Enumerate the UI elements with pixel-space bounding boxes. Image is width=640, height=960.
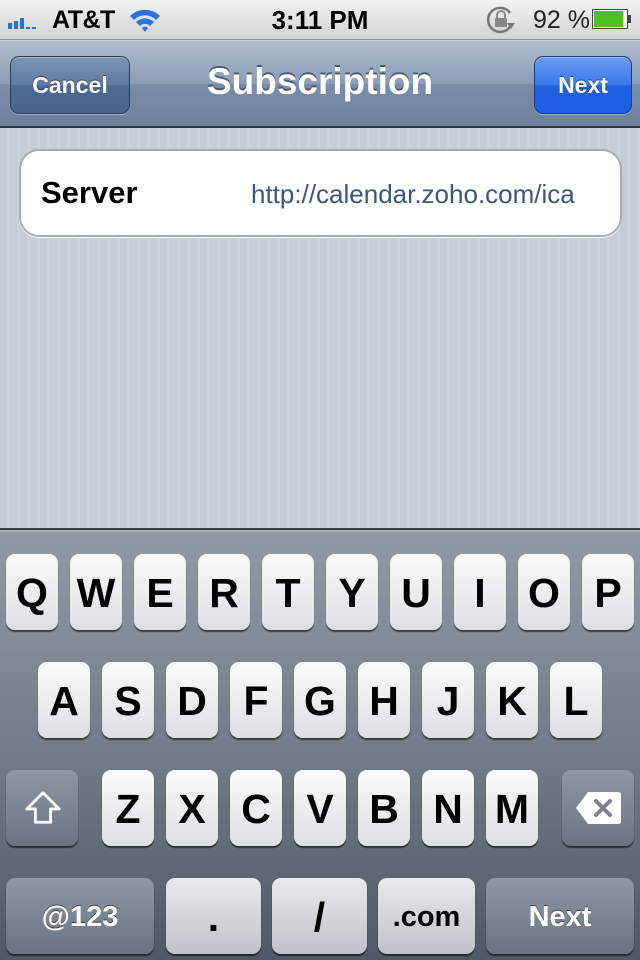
battery-level-fill <box>594 11 624 27</box>
key-i[interactable]: I <box>454 554 506 630</box>
key-d[interactable]: D <box>166 662 218 738</box>
key-o[interactable]: O <box>518 554 570 630</box>
key-s[interactable]: S <box>102 662 154 738</box>
key-c[interactable]: C <box>230 770 282 846</box>
key-y[interactable]: Y <box>326 554 378 630</box>
shift-arrow-icon <box>25 791 61 824</box>
server-input[interactable] <box>251 179 601 210</box>
key-r[interactable]: R <box>198 554 250 630</box>
server-field-row[interactable]: Server <box>19 149 622 237</box>
keyboard: Q W E R T Y U I O P A S D F G H J K L Z … <box>0 528 640 960</box>
key-h[interactable]: H <box>358 662 410 738</box>
key-z[interactable]: Z <box>102 770 154 846</box>
next-return-key[interactable]: Next <box>486 878 634 954</box>
status-bar: AT&T 3:11 PM 92 % <box>0 0 640 40</box>
next-button[interactable]: Next <box>534 56 632 114</box>
key-q[interactable]: Q <box>6 554 58 630</box>
key-p[interactable]: P <box>582 554 634 630</box>
battery-percentage: 92 % <box>533 6 590 34</box>
backspace-icon <box>576 792 621 824</box>
key-t[interactable]: T <box>262 554 314 630</box>
key-j[interactable]: J <box>422 662 474 738</box>
key-f[interactable]: F <box>230 662 282 738</box>
key-x[interactable]: X <box>166 770 218 846</box>
rotation-lock-icon <box>486 6 515 34</box>
form-area: Server <box>0 128 640 528</box>
key-u[interactable]: U <box>390 554 442 630</box>
key-g[interactable]: G <box>294 662 346 738</box>
slash-key[interactable]: / <box>272 878 367 954</box>
key-e[interactable]: E <box>134 554 186 630</box>
key-v[interactable]: V <box>294 770 346 846</box>
key-b[interactable]: B <box>358 770 410 846</box>
delete-key[interactable] <box>562 770 634 846</box>
dotcom-key[interactable]: .com <box>378 878 475 954</box>
key-w[interactable]: W <box>70 554 122 630</box>
battery-icon <box>592 9 631 29</box>
key-k[interactable]: K <box>486 662 538 738</box>
navigation-bar: Cancel Subscription Next <box>0 40 640 128</box>
key-l[interactable]: L <box>550 662 602 738</box>
server-label: Server <box>41 175 138 210</box>
key-m[interactable]: M <box>486 770 538 846</box>
numbers-key[interactable]: @123 <box>6 878 154 954</box>
key-n[interactable]: N <box>422 770 474 846</box>
shift-key[interactable] <box>6 770 78 846</box>
key-a[interactable]: A <box>38 662 90 738</box>
dot-key[interactable]: . <box>166 878 261 954</box>
